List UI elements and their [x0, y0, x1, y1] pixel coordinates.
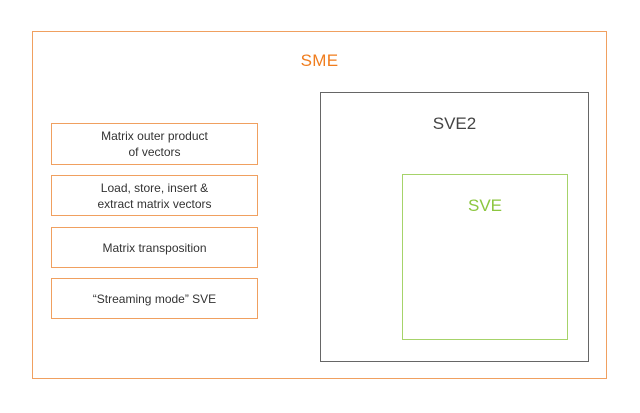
sme-title: SME	[300, 51, 339, 70]
sve-container: SVE	[402, 174, 568, 340]
sve2-title: SVE2	[432, 114, 477, 133]
feature-box-outer-product: Matrix outer product of vectors	[51, 123, 258, 165]
feature-box-streaming-mode: “Streaming mode” SVE	[51, 278, 258, 319]
sve-title: SVE	[467, 196, 503, 215]
feature-box-transposition: Matrix transposition	[51, 227, 258, 268]
feature-box-load-store: Load, store, insert & extract matrix vec…	[51, 175, 258, 216]
